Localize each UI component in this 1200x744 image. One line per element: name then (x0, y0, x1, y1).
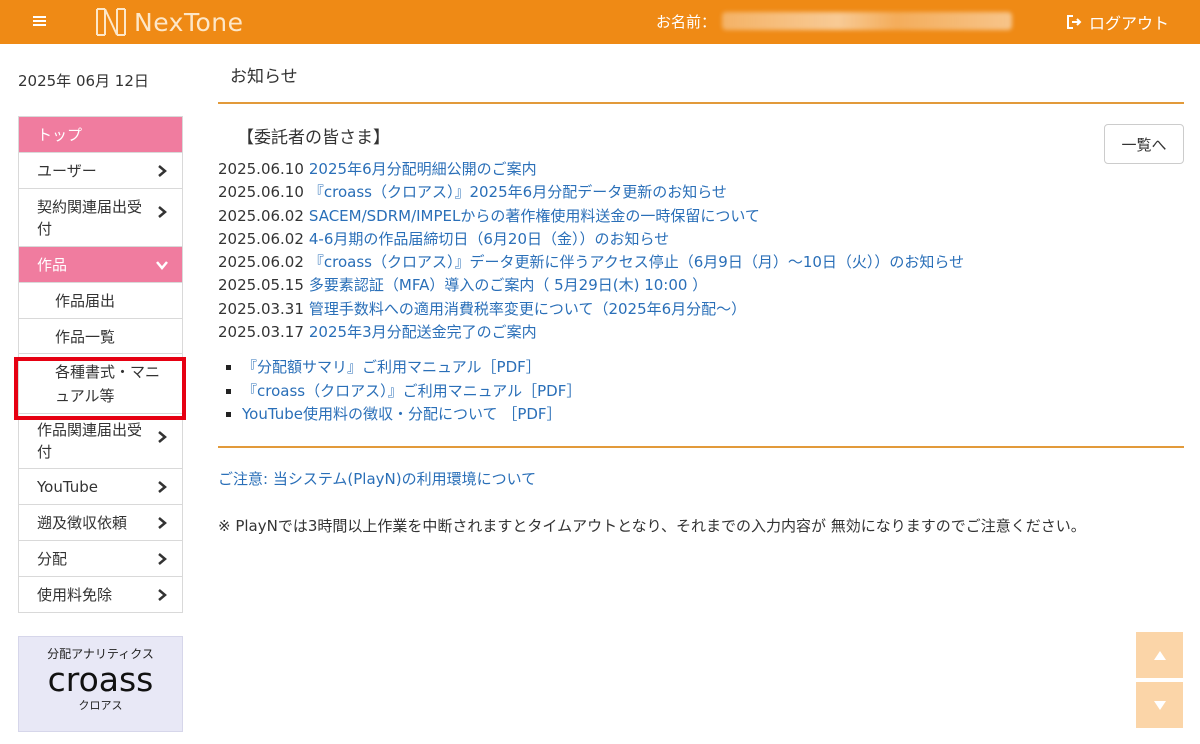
news-date: 2025.03.17 (218, 323, 304, 342)
news-link[interactable]: 4-6月期の作品届締切日（6月20日（金））のお知らせ (309, 230, 669, 248)
chevron-down-icon (156, 260, 168, 270)
list-item: 『croass（クロアス）』ご利用マニュアル［PDF］ (226, 380, 581, 404)
chevron-right-icon (158, 431, 167, 443)
news-item: 2025.06.02 『croass（クロアス）』データ更新に伴うアクセス停止（6… (218, 251, 1098, 274)
news-date: 2025.06.02 (218, 253, 304, 272)
sidebar-item-royalty-exemption[interactable]: 使用料免除 (19, 576, 182, 612)
chevron-right-icon (158, 588, 167, 601)
news-link[interactable]: 多要素認証（MFA）導入のご案内（ 5月29日(木) 10:00 ） (309, 276, 707, 294)
news-date: 2025.06.02 (218, 206, 304, 225)
hamburger-menu-icon[interactable] (26, 8, 54, 34)
croass-reading: クロアス (78, 699, 123, 712)
sidebar-item-works[interactable]: 作品 (19, 246, 182, 282)
list-item: 『分配額サマリ』ご利用マニュアル［PDF］ (226, 356, 581, 380)
sidebar-item-work-forms[interactable]: 作品関連届出受付 (19, 413, 182, 468)
sidebar-item-label: ユーザー (37, 162, 97, 180)
news-item: 2025.03.17 2025年3月分配送金完了のご案内 (218, 321, 1098, 344)
view-all-button[interactable]: 一覧へ (1104, 124, 1184, 164)
croass-banner[interactable]: 分配アナリティクス croass クロアス (18, 636, 183, 732)
chevron-right-icon (158, 206, 167, 218)
news-date: 2025.06.10 (218, 183, 304, 202)
news-item: 2025.06.02 SACEM/SDRM/IMPELからの著作権使用料送金の一時… (218, 205, 1098, 228)
news-date: 2025.06.02 (218, 229, 304, 248)
news-link[interactable]: 2025年6月分配明細公開のご案内 (309, 160, 537, 178)
news-date: 2025.03.31 (218, 299, 304, 318)
sidebar-item-contract-forms[interactable]: 契約関連届出受付 (19, 188, 182, 246)
sidebar-item-label: 作品関連届出受付 (37, 421, 143, 461)
sidebar-item-label: 各種書式・マニュアル等 (55, 362, 161, 405)
sidebar-item-work-list[interactable]: 作品一覧 (19, 318, 182, 353)
logout-label: ログアウト (1089, 14, 1170, 33)
logo-text: NexTone (134, 7, 244, 37)
sidebar-item-work-registration[interactable]: 作品届出 (19, 282, 182, 318)
sidebar-item-label: 作品一覧 (55, 327, 116, 346)
news-item: 2025.06.02 4-6月期の作品届締切日（6月20日（金））のお知らせ (218, 228, 1098, 251)
news-item: 2025.03.31 管理手数料への適用消費税率変更について（2025年6月分配～… (218, 298, 1098, 321)
news-link[interactable]: 『croass（クロアス）』2025年6月分配データ更新のお知らせ (309, 183, 727, 201)
news-link[interactable]: 『croass（クロアス）』データ更新に伴うアクセス停止（6月9日（月）～10日… (309, 253, 964, 271)
sidebar-item-label: 使用料免除 (37, 586, 113, 604)
manual-link[interactable]: YouTube使用料の徴収・分配について ［PDF］ (242, 403, 562, 426)
logout-button[interactable]: ログアウト (1066, 10, 1169, 34)
news-date: 2025.05.15 (218, 276, 304, 295)
scroll-top-button[interactable] (1136, 632, 1183, 678)
page-title: お知らせ (230, 67, 298, 87)
sidebar-item-youtube[interactable]: YouTube (19, 468, 182, 504)
chevron-right-icon (158, 480, 167, 493)
sidebar-item-label: YouTube (37, 477, 98, 496)
sidebar-item-user[interactable]: ユーザー (19, 152, 182, 188)
sidebar-item-label: 契約関連届出受付 (37, 197, 143, 238)
news-item: 2025.05.15 多要素認証（MFA）導入のご案内（ 5月29日(木) 10:… (218, 274, 1098, 297)
current-date: 2025年 06月 12日 (18, 72, 149, 90)
chevron-right-icon (158, 516, 167, 529)
section-title: 【委託者の皆さま】 (237, 128, 390, 148)
news-item: 2025.06.10 『croass（クロアス）』2025年6月分配データ更新のお… (218, 181, 1098, 204)
sidebar-item-distribution[interactable]: 分配 (19, 540, 182, 576)
user-name-label: お名前： (656, 13, 717, 31)
logout-icon (1067, 15, 1082, 29)
nextone-logo-mark-icon (96, 8, 126, 36)
news-link[interactable]: 管理手数料への適用消費税率変更について（2025年6月分配～） (309, 300, 746, 318)
triangle-down-icon (1153, 700, 1166, 710)
top-header: NexTone お名前： ログアウト (0, 0, 1200, 44)
sidebar-item-forms-manuals[interactable]: 各種書式・マニュアル等 (19, 353, 182, 413)
section-divider (218, 446, 1184, 448)
chevron-right-icon (158, 552, 167, 565)
bullet-icon (226, 365, 231, 371)
croass-logo: croass (47, 660, 154, 699)
system-environment-link[interactable]: ご注意: 当システム(PlayN)の利用環境について (218, 468, 536, 489)
bullet-icon (226, 412, 231, 418)
news-link[interactable]: 2025年3月分配送金完了のご案内 (309, 323, 537, 341)
user-name-redacted (722, 12, 1012, 30)
news-date: 2025.06.10 (218, 160, 304, 178)
manual-link[interactable]: 『分配額サマリ』ご利用マニュアル［PDF］ (242, 356, 541, 379)
sidebar-item-top[interactable]: トップ (19, 116, 182, 152)
nextone-logo[interactable]: NexTone (94, 5, 243, 39)
news-item: 2025.06.10 2025年6月分配明細公開のご案内 (218, 158, 1098, 181)
list-item: YouTube使用料の徴収・分配について ［PDF］ (226, 403, 581, 427)
sidebar-item-label: 作品 (37, 256, 68, 274)
sidebar-item-label: 遡及徴収依頼 (37, 514, 128, 532)
triangle-up-icon (1153, 650, 1166, 660)
scroll-bottom-button[interactable] (1136, 682, 1183, 728)
sidebar-menu: トップ ユーザー 契約関連届出受付 作品 作品届出 作品一覧 各種書式・マニュア… (18, 116, 183, 613)
news-list: 2025.06.10 2025年6月分配明細公開のご案内 2025.06.10 『c… (218, 158, 1098, 344)
sidebar-item-retroactive-collection[interactable]: 遡及徴収依頼 (19, 504, 182, 540)
timeout-warning: ※ PlayNでは3時間以上作業を中断されますとタイムアウトとなり、それまでの入… (218, 517, 1086, 535)
manual-list: 『分配額サマリ』ご利用マニュアル［PDF］ 『croass（クロアス）』ご利用マ… (226, 356, 581, 427)
news-link[interactable]: SACEM/SDRM/IMPELからの著作権使用料送金の一時保留について (309, 207, 760, 225)
manual-link[interactable]: 『croass（クロアス）』ご利用マニュアル［PDF］ (242, 380, 581, 403)
section-divider (218, 102, 1184, 104)
bullet-icon (226, 388, 231, 394)
sidebar-item-label: 分配 (37, 550, 68, 568)
sidebar-item-label: 作品届出 (55, 292, 116, 310)
chevron-right-icon (158, 164, 167, 177)
sidebar-item-label: トップ (37, 126, 83, 144)
